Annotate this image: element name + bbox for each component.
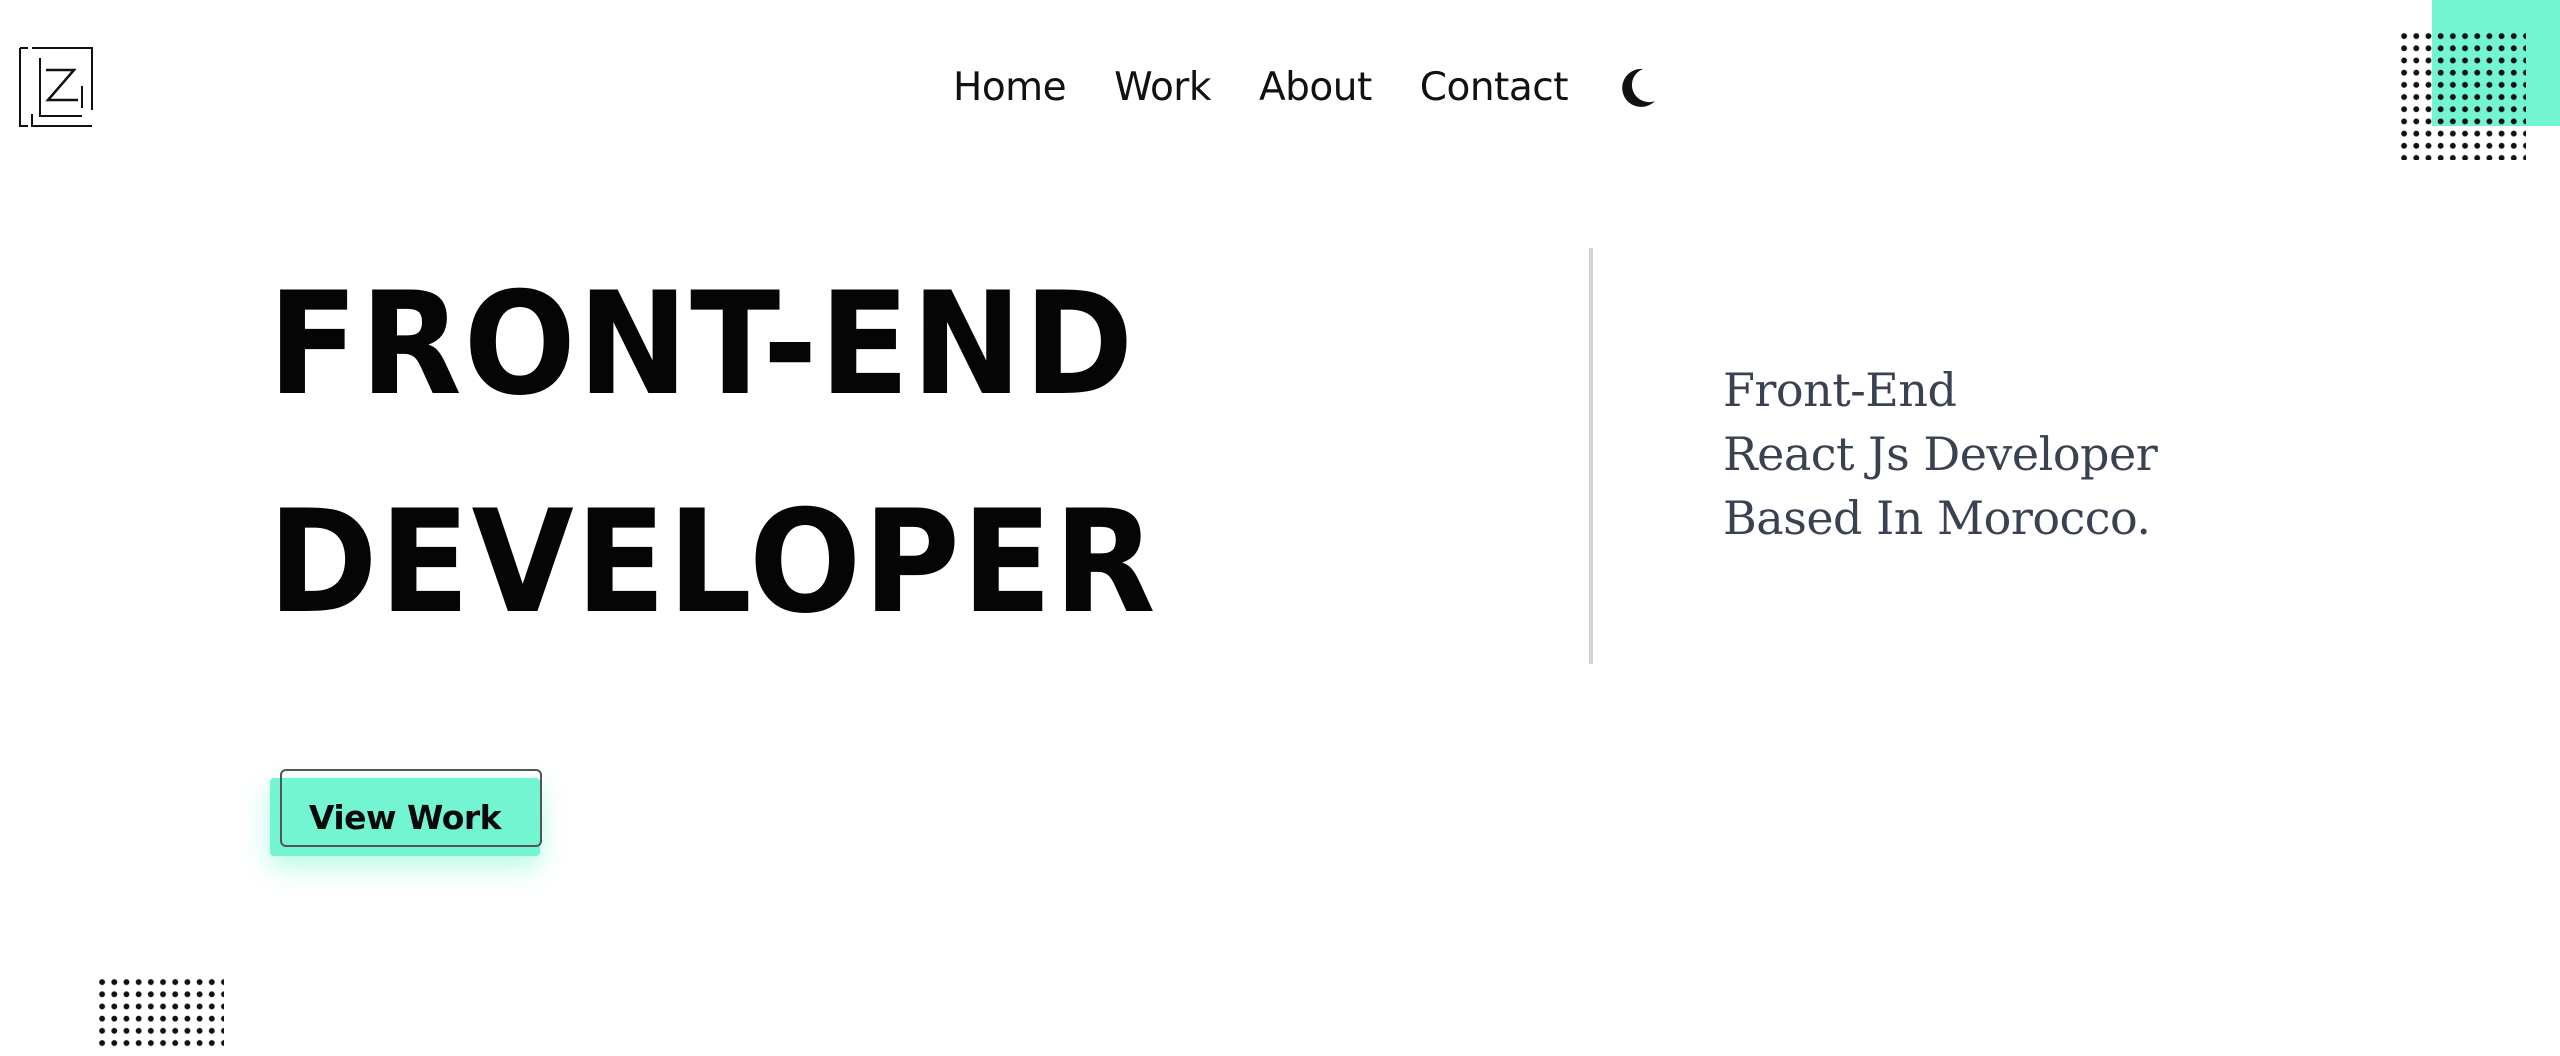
z-monogram-logo-icon bbox=[19, 47, 93, 127]
tagline-line-3: Based In Morocco. bbox=[1723, 491, 2151, 545]
vertical-divider bbox=[1589, 248, 1593, 664]
nav-link-home[interactable]: Home bbox=[953, 58, 1067, 118]
moon-icon bbox=[1622, 68, 1655, 107]
hero-heading-line-2: DEVELOPER bbox=[268, 480, 1158, 645]
hero-tagline: Front-End React Js Developer Based In Mo… bbox=[1723, 358, 2158, 550]
theme-toggle-button[interactable] bbox=[1618, 66, 1658, 110]
hero-heading-line-1: FRONT-END bbox=[268, 262, 1136, 427]
nav-link-work[interactable]: Work bbox=[1114, 58, 1211, 118]
logo-link[interactable] bbox=[18, 46, 94, 128]
view-work-button-label: View Work bbox=[308, 797, 502, 837]
dot-grid-decoration-bottom bbox=[96, 976, 224, 1050]
nav-link-contact[interactable]: Contact bbox=[1420, 58, 1569, 118]
hero-heading: FRONT-END DEVELOPER bbox=[268, 236, 1157, 672]
view-work-button[interactable]: View Work bbox=[270, 769, 546, 858]
dot-grid-decoration-top bbox=[2398, 30, 2526, 160]
main-nav: Home Work About Contact bbox=[953, 58, 1658, 118]
tagline-line-1: Front-End bbox=[1723, 363, 1957, 417]
tagline-line-2: React Js Developer bbox=[1723, 427, 2158, 481]
nav-link-about[interactable]: About bbox=[1259, 58, 1372, 118]
